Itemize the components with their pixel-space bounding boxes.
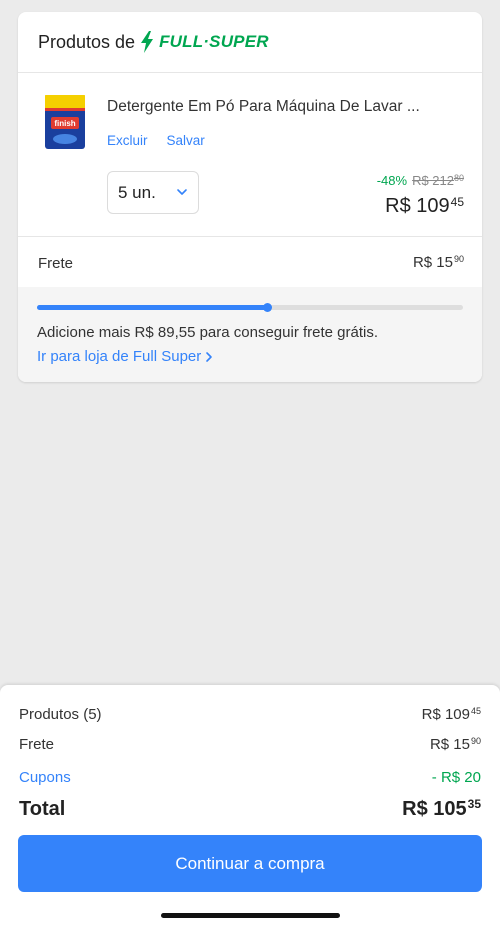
quantity-select[interactable]: 5 un.: [107, 171, 199, 214]
continue-purchase-button[interactable]: Continuar a compra: [18, 835, 482, 892]
summary-shipping-value: R$ 15 90: [430, 736, 481, 753]
chevron-right-icon: [206, 351, 213, 362]
store-name: FULL·SUPER: [159, 32, 269, 51]
summary-shipping-row: Frete R$ 15 90: [19, 736, 481, 753]
summary-total-row: Total R$ 105 35: [19, 798, 481, 821]
product-price-cents: 45: [450, 195, 464, 209]
order-summary: Produtos (5) R$ 109 45 Frete R$ 15 90 Cu…: [0, 685, 500, 929]
coupons-link[interactable]: Cupons: [19, 769, 71, 786]
original-price: R$ 212 80: [412, 173, 464, 188]
lightning-icon: [141, 31, 154, 53]
shipping-price: R$ 15 90: [413, 254, 464, 271]
product-title[interactable]: Detergente Em Pó Para Máquina De Lavar .…: [107, 98, 420, 116]
summary-products-row: Produtos (5) R$ 109 45: [19, 706, 481, 723]
product-price-int: R$ 109: [385, 195, 450, 217]
store-link-label: Ir para loja de Full Super: [37, 348, 202, 365]
summary-shipping-label: Frete: [19, 736, 55, 753]
remove-button[interactable]: Excluir: [107, 133, 148, 148]
cart-card: Produtos de FULL·SUPER finish Detergente…: [18, 12, 482, 382]
store-link[interactable]: Ir para loja de Full Super: [37, 348, 213, 365]
card-header: Produtos de FULL·SUPER: [18, 12, 482, 73]
total-cents: 35: [467, 797, 481, 811]
coupons-value: - R$ 20: [431, 769, 481, 786]
product-price: R$ 109 45: [385, 195, 464, 218]
total-label: Total: [19, 798, 66, 820]
summary-shipping-cents: 90: [470, 736, 481, 746]
save-for-later-button[interactable]: Salvar: [167, 133, 205, 148]
total-value: R$ 105 35: [402, 798, 481, 821]
free-shipping-message: Adicione mais R$ 89,55 para conseguir fr…: [37, 324, 379, 341]
card-title: Produtos de: [38, 31, 136, 52]
progress-knob: [263, 303, 273, 312]
progress-fill: [37, 305, 268, 310]
chevron-down-icon: [177, 189, 187, 195]
product-item: finish Detergente Em Pó Para Máquina De …: [18, 73, 482, 237]
summary-coupons-row: Cupons - R$ 20: [19, 769, 481, 786]
product-image: finish: [45, 95, 85, 149]
shipping-price-cents: 90: [453, 254, 464, 264]
summary-shipping-int: R$ 15: [429, 736, 470, 753]
store-logo: FULL·SUPER: [140, 31, 269, 53]
quantity-value: 5 un.: [118, 182, 156, 202]
shipping-price-int: R$ 15: [412, 254, 453, 271]
product-actions: Excluir Salvar: [107, 133, 205, 148]
summary-products-int: R$ 109: [421, 706, 470, 723]
shipping-row: Frete R$ 15 90: [18, 237, 482, 287]
home-indicator: [161, 913, 340, 918]
total-int: R$ 105: [402, 798, 467, 820]
price-discount-row: -48% R$ 212 80: [377, 173, 464, 188]
shipping-label: Frete: [38, 255, 74, 272]
discount-badge: -48%: [376, 173, 408, 188]
free-shipping-box: Adicione mais R$ 89,55 para conseguir fr…: [18, 287, 482, 382]
free-shipping-progress: [37, 303, 463, 312]
summary-products-cents: 45: [470, 706, 481, 716]
summary-products-label: Produtos (5): [19, 706, 102, 723]
svg-text:finish: finish: [54, 119, 75, 128]
summary-products-value: R$ 109 45: [422, 706, 481, 723]
product-thumbnail[interactable]: finish: [43, 95, 87, 149]
original-price-int: R$ 212: [412, 173, 454, 188]
original-price-cents: 80: [453, 173, 464, 183]
